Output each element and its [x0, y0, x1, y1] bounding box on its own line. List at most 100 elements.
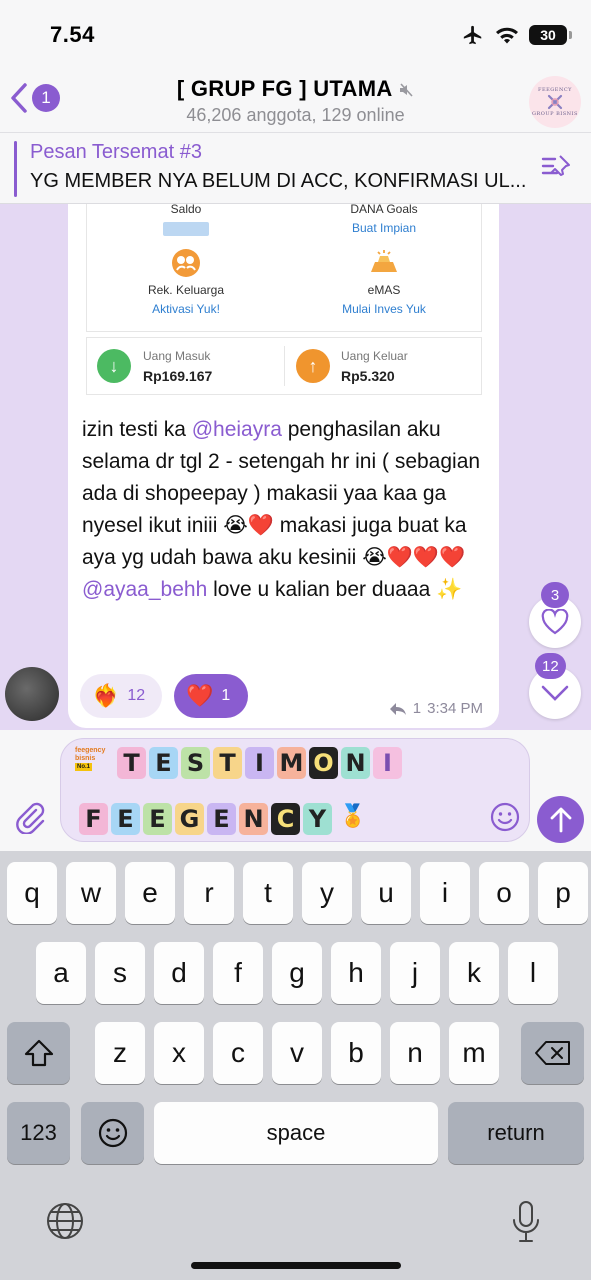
feegency-logo: feegency bisnis No.1: [75, 747, 113, 771]
group-title[interactable]: [ GRUP FG ] UTAMA: [0, 76, 591, 102]
message-text-part: love u kalian ber duaaa: [207, 578, 437, 601]
key-r[interactable]: r: [184, 862, 234, 924]
key-f[interactable]: f: [213, 942, 263, 1004]
avatar-text-bottom: GROUP BISNIS: [532, 111, 578, 117]
heart-fire-emoji: ❤️‍🔥: [92, 683, 120, 708]
key-w[interactable]: w: [66, 862, 116, 924]
sticker-letter: F: [79, 803, 108, 835]
family-icon: [172, 249, 200, 277]
cashflow-row: ↓ Uang Masuk Rp169.167 ↑ Uang Keluar Rp5…: [86, 337, 482, 395]
reply-icon[interactable]: [389, 702, 407, 716]
key-b[interactable]: b: [331, 1022, 381, 1084]
airplane-icon: [463, 25, 482, 45]
message-bubble[interactable]: Saldo DANA Goals Buat Impian Rek. Keluar…: [68, 204, 499, 728]
key-g[interactable]: g: [272, 942, 322, 1004]
key-j[interactable]: j: [390, 942, 440, 1004]
pinned-message[interactable]: Pesan Tersemat #3 YG MEMBER NYA BELUM DI…: [0, 132, 591, 204]
reply-count: 1: [412, 700, 422, 717]
attached-screenshot[interactable]: Saldo DANA Goals Buat Impian Rek. Keluar…: [84, 204, 484, 400]
key-o[interactable]: o: [479, 862, 529, 924]
shift-icon: [24, 1039, 53, 1067]
key-a[interactable]: a: [36, 942, 86, 1004]
muted-icon: [400, 83, 413, 97]
numbers-key[interactable]: 123: [7, 1102, 70, 1164]
key-p[interactable]: p: [538, 862, 588, 924]
home-indicator: [191, 1262, 401, 1269]
crying-emoji: 😭: [223, 514, 248, 537]
status-bar: 7.54 30: [0, 0, 591, 70]
key-d[interactable]: d: [154, 942, 204, 1004]
return-key[interactable]: return: [448, 1102, 584, 1164]
composer-bar: feegency bisnis No.1 TESTIMONI F E E G E N C Y 🏅: [0, 730, 591, 851]
battery-icon: 30: [529, 25, 572, 45]
chat-area[interactable]: Saldo DANA Goals Buat Impian Rek. Keluar…: [0, 204, 591, 730]
status-icons: 30: [461, 24, 572, 46]
emoji-keyboard-icon: [98, 1118, 127, 1148]
mention-heiayra[interactable]: @heiayra: [192, 418, 282, 441]
heart-outline-icon: [541, 609, 569, 635]
key-v[interactable]: v: [272, 1022, 322, 1084]
saldo-label: Saldo: [170, 204, 202, 216]
key-u[interactable]: u: [361, 862, 411, 924]
sender-avatar[interactable]: [5, 667, 59, 721]
masuk-label: Uang Masuk: [143, 349, 211, 363]
key-q[interactable]: q: [7, 862, 57, 924]
shift-key[interactable]: [7, 1022, 70, 1084]
arrow-up-icon: ↑: [296, 349, 330, 383]
sticker-letter: N: [341, 747, 370, 779]
globe-icon[interactable]: [45, 1201, 85, 1241]
key-i[interactable]: i: [420, 862, 470, 924]
key-m[interactable]: m: [449, 1022, 499, 1084]
masuk-value: Rp169.167: [143, 368, 213, 384]
group-subtitle: 46,206 anggota, 129 online: [186, 105, 405, 125]
sticker-letter: C: [271, 803, 300, 835]
sparkles-emoji: ✨: [436, 578, 463, 601]
paperclip-icon[interactable]: [12, 798, 48, 834]
wifi-icon: [496, 27, 518, 44]
key-z[interactable]: z: [95, 1022, 145, 1084]
microphone-icon[interactable]: [510, 1200, 542, 1244]
keluarga-link: Aktivasi Yuk!: [152, 302, 220, 316]
keluarga-cell: Rek. Keluarga Aktivasi Yuk!: [87, 248, 285, 316]
key-s[interactable]: s: [95, 942, 145, 1004]
reaction-heart[interactable]: ❤️ 1: [174, 674, 248, 718]
key-c[interactable]: c: [213, 1022, 263, 1084]
emas-cell: eMAS Mulai Inves Yuk: [285, 248, 483, 316]
space-key[interactable]: space: [154, 1102, 438, 1164]
group-title-text: [ GRUP FG ] UTAMA: [176, 76, 392, 101]
sticker-letter: T: [213, 747, 242, 779]
chevron-down-icon: [541, 685, 569, 701]
reaction-heart-fire[interactable]: ❤️‍🔥 12: [80, 674, 162, 718]
group-avatar[interactable]: FEEGENCY GROUP BISNIS: [529, 76, 581, 128]
key-h[interactable]: h: [331, 942, 381, 1004]
reactions: ❤️‍🔥 12 ❤️ 1: [80, 674, 248, 718]
key-x[interactable]: x: [154, 1022, 204, 1084]
arrow-up-icon: [550, 807, 571, 832]
key-y[interactable]: y: [302, 862, 352, 924]
keluar-value: Rp5.320: [341, 368, 395, 384]
pin-list-icon[interactable]: [541, 153, 573, 181]
key-t[interactable]: t: [243, 862, 293, 924]
backspace-key[interactable]: [521, 1022, 584, 1084]
send-button[interactable]: [537, 796, 584, 843]
emoji-key[interactable]: [81, 1102, 144, 1164]
message-input[interactable]: feegency bisnis No.1 TESTIMONI F E E G E N C Y 🏅: [60, 738, 530, 842]
chat-header: 1 [ GRUP FG ] UTAMA 46,206 anggota, 129 …: [0, 70, 591, 132]
key-n[interactable]: n: [390, 1022, 440, 1084]
reaction-count: 12: [127, 687, 146, 704]
keluar-label: Uang Keluar: [341, 349, 408, 363]
sticker-text-testimoni: TESTIMONI: [117, 747, 402, 779]
mention-ayaa-behh[interactable]: @ayaa_behh: [82, 578, 207, 601]
emas-label: eMAS: [367, 283, 401, 297]
emoji-icon[interactable]: [489, 801, 521, 833]
key-k[interactable]: k: [449, 942, 499, 1004]
backspace-icon: [534, 1041, 570, 1065]
hearts-emoji: ❤️❤️❤️: [386, 546, 466, 569]
reactions-badge: 3: [541, 582, 569, 608]
key-e[interactable]: e: [125, 862, 175, 924]
heart-emoji: ❤️: [186, 683, 214, 708]
key-l[interactable]: l: [508, 942, 558, 1004]
logo-line1: feegency: [75, 747, 106, 754]
arrow-down-icon: ↓: [97, 349, 131, 383]
sticker-letter: S: [181, 747, 210, 779]
